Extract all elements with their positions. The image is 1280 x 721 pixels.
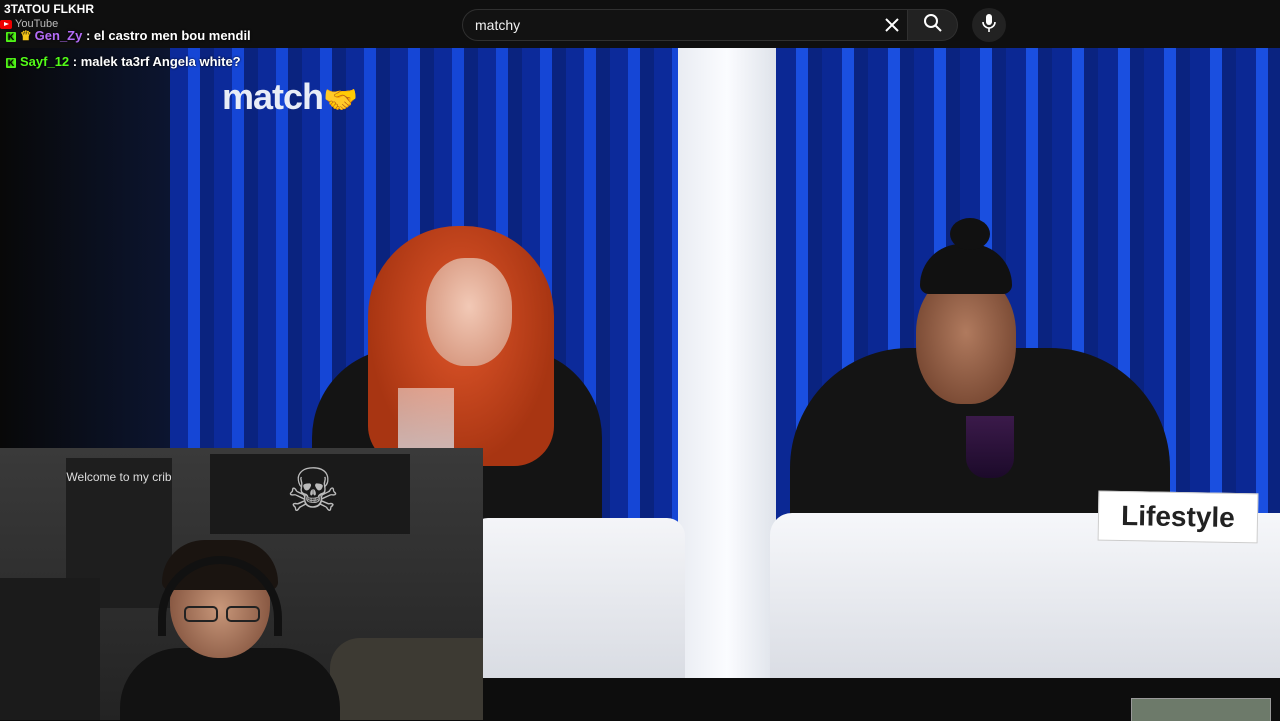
chat-username[interactable]: Sayf_12: [20, 54, 69, 69]
chat-header: 3TATOU FLKHR: [4, 2, 94, 16]
voice-search-button[interactable]: [972, 8, 1006, 42]
search-icon: [923, 13, 943, 38]
kick-icon: K: [6, 58, 16, 68]
guest-man-bun: [950, 218, 990, 250]
lifestyle-nameplate: Lifestyle: [1097, 490, 1259, 544]
close-icon[interactable]: [877, 10, 907, 40]
chat-message: K ♛ Gen_Zy : el castro men bou mendil: [6, 28, 251, 43]
chat-username[interactable]: Gen_Zy: [35, 28, 83, 43]
chat-message: K Sayf_12 : malek ta3rf Angela white?: [6, 54, 241, 69]
guest-woman-face: [426, 258, 512, 366]
kick-icon: K: [6, 32, 16, 42]
guest-man-glass: [966, 416, 1014, 478]
chat-text: malek ta3rf Angela white?: [80, 54, 241, 69]
center-divider: [678, 48, 776, 678]
left-table: [470, 518, 685, 678]
crown-icon: ♛: [20, 28, 32, 43]
streamer-body: [120, 648, 340, 720]
shelf: [0, 578, 100, 720]
streamer-webcam: ☠ Welcome to my crib: [0, 448, 483, 720]
search-button[interactable]: [908, 9, 958, 41]
chat-text: el castro men bou mendil: [93, 28, 251, 43]
search-box[interactable]: matchy: [462, 9, 908, 41]
show-logo: match🤝: [222, 76, 358, 117]
blanket: [330, 638, 483, 720]
mini-thumbnail[interactable]: [1131, 698, 1271, 721]
microphone-icon: [981, 13, 997, 38]
glasses: [180, 606, 264, 622]
skull-icon: ☠: [286, 457, 340, 524]
poster-text: Welcome to my crib: [66, 470, 172, 484]
search-input[interactable]: matchy: [475, 17, 520, 33]
